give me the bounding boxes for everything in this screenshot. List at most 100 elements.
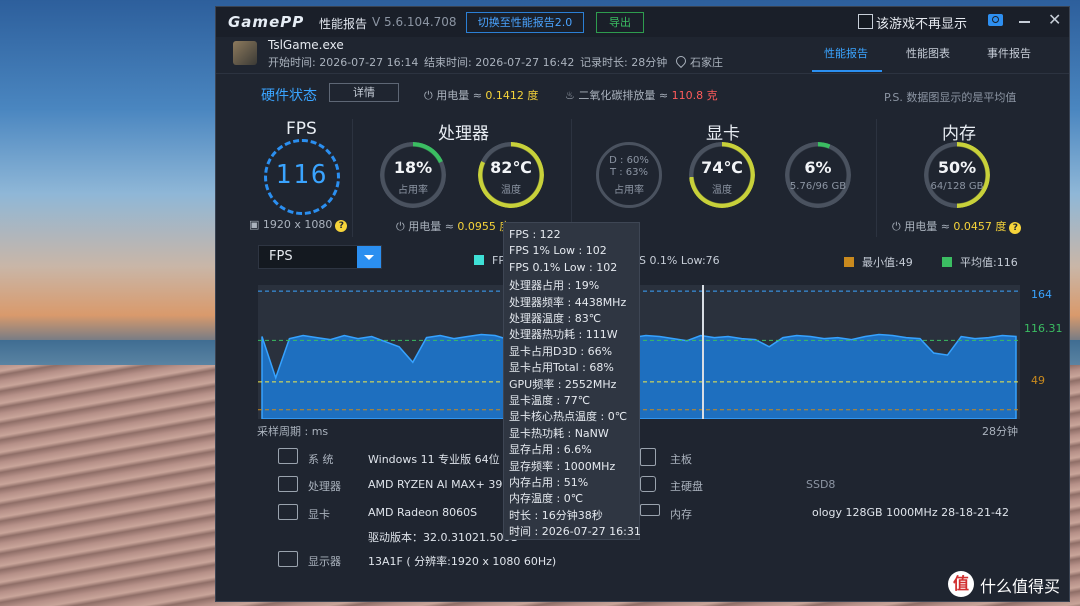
tooltip-line: 时间 : 2026-07-27 16:31 (509, 525, 641, 539)
harddisk-icon (640, 476, 656, 492)
tooltip-line: 显存占用 : 6.6% (509, 443, 592, 457)
cpu-value: AMD RYZEN AI MAX+ 395 (368, 478, 510, 491)
hardware-status-title: 硬件状态 (261, 88, 317, 104)
help-icon[interactable]: ? (1009, 222, 1022, 234)
tooltip-line: 处理器频率 : 4438MHz (509, 295, 627, 309)
dont-show-checkbox[interactable] (858, 14, 873, 29)
tab-performance-report[interactable]: 性能报告 (824, 45, 868, 61)
switch-report-button[interactable]: 切换至性能报告2.0 (466, 12, 584, 33)
windows-icon (278, 448, 298, 464)
active-tab-indicator (812, 70, 882, 72)
cpu-usage-label: 占用率 (398, 185, 428, 196)
power-icon: ⏻ (424, 89, 437, 102)
cpu-usage-value: 18% (393, 158, 433, 177)
tooltip-line: 时长 : 16分钟38秒 (509, 508, 603, 522)
gpu-vram-gauge: 6% 5.76/96 GB (785, 142, 851, 208)
legend-swatch (942, 257, 952, 267)
help-icon[interactable]: ? (335, 220, 348, 232)
chart-min-label: 49 (1031, 374, 1045, 387)
dont-show-label[interactable]: 该游戏不再显示 (876, 13, 967, 32)
co2-summary: ♨ 二氧化碳排放量 ≈ 110.8 克 (565, 89, 718, 102)
cpu-temp-gauge: 82℃ 温度 (478, 142, 544, 208)
tooltip-line: 处理器热功耗 : 111W (509, 328, 618, 342)
memory-key: 内存 (670, 508, 692, 521)
game-avatar (233, 41, 257, 65)
gpu-usage-label: 占用率 (614, 185, 644, 196)
memory-value: ology 128GB 1000MHz 28-18-21-42 (812, 506, 1009, 519)
power-summary: ⏻ 用电量 ≈ 0.1412 度 (424, 89, 539, 102)
tooltip-line: GPU频率 : 2552MHz (509, 377, 617, 391)
legend-swatch (474, 255, 484, 265)
monitor-icon: ▣ (249, 218, 263, 231)
close-button[interactable]: ✕ (1048, 10, 1061, 29)
gpu-d-usage: D : 60% (609, 155, 649, 166)
tooltip-line: FPS 0.1% Low : 102 (509, 260, 618, 274)
export-button[interactable]: 导出 (596, 12, 644, 33)
co2-icon: ♨ (565, 89, 579, 102)
details-button[interactable]: 详情 (329, 83, 399, 102)
gpu-value: AMD Radeon 8060S (368, 506, 478, 519)
tooltip-line: 显卡核心热点温度 : 0℃ (509, 410, 628, 424)
gpu-t-usage: T : 63% (609, 167, 649, 178)
tooltip-line: 显卡热功耗 : NaNW (509, 426, 609, 440)
section-divider (876, 119, 877, 237)
mem-power: ⏻ 用电量 ≈ 0.0457 度? (892, 218, 1022, 234)
legend-label: FPS 0.1% Low:76 (626, 254, 720, 267)
screenshot-camera-icon[interactable] (988, 14, 1003, 26)
harddisk-value: SSD8 (806, 478, 836, 491)
tooltip-line: 显存频率 : 1000MHz (509, 459, 616, 473)
minimize-button[interactable] (1019, 21, 1030, 23)
record-duration: 记录时长: 28分钟 (580, 56, 668, 69)
x-axis-label: 采样周期 : ms (257, 425, 329, 438)
tooltip-line: FPS : 122 (509, 228, 561, 241)
metric-select[interactable]: FPS (258, 245, 382, 269)
section-divider (352, 119, 353, 237)
cpu-key: 处理器 (308, 480, 341, 493)
gpu-key: 显卡 (308, 508, 330, 521)
tooltip-line: 处理器温度 : 83℃ (509, 312, 602, 325)
legend-item: 最小值:49 (844, 254, 913, 270)
power-icon: ⏻ (396, 220, 409, 233)
legend-item: 平均值:116 (942, 254, 1018, 270)
system-key: 系 统 (308, 453, 334, 466)
watermark-text: 什么值得买 (980, 577, 1061, 596)
tooltip-line: 内存温度 : 0℃ (509, 492, 584, 506)
gpu-title: 显卡 (706, 124, 740, 144)
chevron-down-icon[interactable] (357, 246, 381, 268)
x-axis-end: 28分钟 (982, 425, 1018, 438)
fps-value: 116 (275, 160, 329, 190)
gpu-temp-value: 74℃ (701, 158, 743, 177)
gpu-temp-gauge: 74℃ 温度 (689, 142, 755, 208)
end-time: 结束时间: 2026-07-27 16:42 (424, 56, 575, 69)
mem-usage-sub: 64/128 GB (930, 181, 984, 192)
legend-label: 平均值:116 (960, 256, 1018, 269)
gpu-vram-value: 6% (804, 158, 832, 177)
watermark-logo-icon: 值 (948, 571, 974, 597)
fps-title: FPS (286, 119, 317, 139)
location-pin-icon (673, 53, 689, 69)
tooltip-line: 显卡占用D3D : 66% (509, 344, 613, 358)
chart-tooltip: FPS : 122 FPS 1% Low : 102 FPS 0.1% Low : … (503, 222, 641, 540)
section-divider (571, 119, 572, 237)
gpu-temp-label: 温度 (712, 185, 732, 196)
tab-performance-chart[interactable]: 性能图表 (906, 45, 950, 61)
display-key: 显示器 (308, 555, 341, 568)
cpu-usage-gauge: 18% 占用率 (380, 142, 446, 208)
motherboard-key: 主板 (670, 453, 692, 466)
mem-title: 内存 (942, 124, 976, 144)
mem-usage-gauge: 50% 64/128 GB (924, 142, 990, 208)
title-bar: GamePP 性能报告 V 5.6.104.708 切换至性能报告2.0 导出 … (216, 7, 1069, 37)
version-label: V 5.6.104.708 (372, 15, 457, 29)
chart-max-label: 164 (1031, 288, 1052, 301)
start-time: 开始时间: 2026-07-27 16:14 (268, 56, 419, 69)
fps-gauge: 116 (264, 139, 340, 215)
driver-version: 驱动版本：32.0.31021.5001 (368, 531, 518, 544)
tooltip-line: 显卡占用Total : 68% (509, 361, 614, 375)
tooltip-line: 内存占用 : 51% (509, 476, 589, 489)
header-divider (216, 73, 1069, 74)
game-name: TslGame.exe (268, 38, 344, 52)
motherboard-icon (640, 448, 656, 466)
tab-event-report[interactable]: 事件报告 (987, 45, 1031, 61)
display-value: 13A1F ( 分辨率:1920 x 1080 60Hz) (368, 555, 557, 568)
chart-avg-label: 116.31 (1024, 322, 1063, 335)
